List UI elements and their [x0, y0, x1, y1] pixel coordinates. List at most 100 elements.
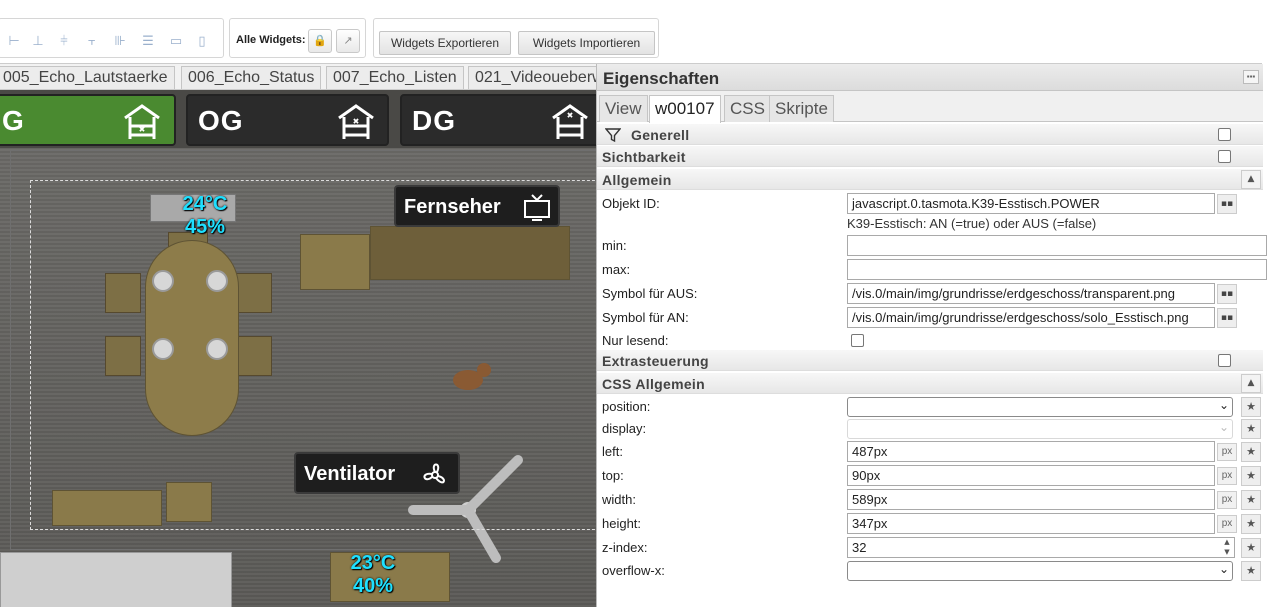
tab-css[interactable]: CSS [724, 95, 771, 122]
select-file-button[interactable]: ▪▪ [1217, 284, 1237, 304]
temperature-value: 24°C [182, 193, 228, 215]
field-label: display: [602, 421, 647, 436]
display-select[interactable]: ⌄ [847, 419, 1233, 439]
row-top: top: 90px px ★ [597, 464, 1263, 488]
panel-title: Eigenschaften [603, 69, 720, 88]
align-vcenter-icon[interactable]: ⫩ [55, 34, 73, 50]
align-left-icon[interactable]: ⊢ [5, 34, 23, 50]
svg-text:✖: ✖ [567, 111, 574, 120]
width-input[interactable]: 589px [847, 489, 1215, 510]
align-hcenter-icon[interactable]: ⫟ [83, 34, 101, 50]
section-checkbox[interactable] [1218, 354, 1231, 367]
chevron-down-icon: ⌄ [1218, 562, 1229, 576]
zindex-input[interactable]: 32 [847, 537, 1235, 558]
tab-widget[interactable]: w00107 [649, 95, 721, 123]
row-display: display: ⌄ ★ [597, 417, 1263, 441]
unit-toggle-button[interactable]: px [1217, 491, 1237, 509]
section-checkbox[interactable] [1218, 128, 1231, 141]
favorite-button[interactable]: ★ [1241, 442, 1261, 462]
max-input[interactable] [847, 259, 1267, 280]
tab-view[interactable]: 007_Echo_Listen [326, 66, 464, 89]
select-file-button[interactable]: ▪▪ [1217, 308, 1237, 328]
editor-canvas[interactable]: G ✖ OG ✖ DG ✖ 24°C 45% 23°C 40% Fernsehe… [0, 90, 596, 607]
symbol-off-input[interactable]: /vis.0/main/img/grundrisse/erdgeschoss/t… [847, 283, 1215, 304]
floor-nav-bar: G ✖ OG ✖ DG ✖ [0, 90, 596, 148]
all-widgets-label: Alle Widgets: [236, 34, 306, 46]
device-button-tv[interactable]: Fernseher [394, 185, 560, 227]
distribute-v-icon[interactable]: ☰ [139, 34, 157, 50]
left-input[interactable]: 487px [847, 441, 1215, 462]
overflow-x-select[interactable]: ⌄ [847, 561, 1233, 581]
floor-button-g[interactable]: G ✖ [0, 94, 176, 146]
unit-toggle-button[interactable]: px [1217, 515, 1237, 533]
collapse-button[interactable]: ▲ [1241, 170, 1261, 189]
section-checkbox[interactable] [1218, 150, 1231, 163]
import-widgets-button[interactable]: Widgets Importieren [518, 31, 655, 55]
select-object-button[interactable]: ▪▪ [1217, 194, 1237, 214]
section-allgemein[interactable]: Allgemein ▲ [597, 169, 1263, 190]
section-title: Sichtbarkeit [602, 149, 686, 165]
external-link-icon: ↗ [343, 34, 353, 47]
floor-button-dg[interactable]: DG ✖ [400, 94, 596, 146]
lock-button[interactable]: 🔒 [308, 29, 332, 53]
panel-menu-button[interactable]: ▪▪▪ [1243, 70, 1259, 84]
import-export-group: Widgets Exportieren Widgets Importieren [373, 18, 659, 58]
collapse-button[interactable]: ▲ [1241, 374, 1261, 393]
row-max: max: [597, 258, 1267, 282]
align-tools-group: ⊢ ⊥ ⫩ ⫟ ⊪ ☰ ▭ ▯ [0, 18, 224, 58]
same-width-icon[interactable]: ▭ [167, 34, 185, 50]
chevron-down-icon: ⌄ [1218, 398, 1229, 412]
tab-view[interactable]: 021_Videoueberwachung [468, 66, 596, 89]
floor-button-og[interactable]: OG ✖ [186, 94, 389, 146]
device-button-fan[interactable]: Ventilator [294, 452, 460, 494]
row-left: left: 487px px ★ [597, 440, 1263, 464]
popout-button[interactable]: ↗ [336, 29, 360, 53]
align-bottom-icon[interactable]: ⊥ [29, 34, 47, 50]
unit-toggle-button[interactable]: px [1217, 443, 1237, 461]
top-input[interactable]: 90px [847, 465, 1215, 486]
floor-label: OG [198, 105, 244, 136]
field-label: Symbol für AN: [602, 310, 689, 325]
favorite-button[interactable]: ★ [1241, 466, 1261, 486]
section-css-allgemein[interactable]: CSS Allgemein ▲ [597, 373, 1263, 394]
symbol-on-input[interactable]: /vis.0/main/img/grundrisse/erdgeschoss/s… [847, 307, 1215, 328]
favorite-button[interactable]: ★ [1241, 419, 1261, 439]
spinner-icon[interactable]: ▲ ▼ [1221, 537, 1233, 558]
favorite-button[interactable]: ★ [1241, 561, 1261, 581]
humidity-value: 40% [352, 575, 394, 597]
house-icon: ✖ [552, 104, 588, 139]
field-label: height: [602, 516, 642, 531]
min-input[interactable] [847, 235, 1267, 256]
tab-scripts[interactable]: Skripte [769, 95, 834, 122]
field-label: overflow-x: [602, 563, 665, 578]
position-select[interactable]: ⌄ [847, 397, 1233, 417]
object-hint: K39-Esstisch: AN (=true) oder AUS (=fals… [847, 216, 1097, 231]
favorite-button[interactable]: ★ [1241, 490, 1261, 510]
tab-view[interactable]: 005_Echo_Lautstaerke [0, 66, 175, 89]
row-overflow-x: overflow-x: ⌄ ★ [597, 559, 1263, 583]
floor-label: DG [412, 105, 456, 136]
field-label: left: [602, 444, 623, 459]
properties-header: Eigenschaften ▪▪▪ [597, 64, 1263, 91]
tab-view[interactable]: 006_Echo_Status [181, 66, 322, 89]
section-generell[interactable]: Generell [597, 124, 1263, 145]
object-id-input[interactable]: javascript.0.tasmota.K39-Esstisch.POWER [847, 193, 1215, 214]
favorite-button[interactable]: ★ [1241, 514, 1261, 534]
section-title: Generell [631, 127, 690, 143]
section-extrasteuerung[interactable]: Extrasteuerung [597, 350, 1263, 371]
field-label: min: [602, 238, 627, 253]
distribute-h-icon[interactable]: ⊪ [111, 34, 129, 50]
favorite-button[interactable]: ★ [1241, 538, 1261, 558]
row-symbol-on: Symbol für AN: /vis.0/main/img/grundriss… [597, 306, 1263, 330]
row-min: min: [597, 234, 1267, 258]
export-widgets-button[interactable]: Widgets Exportieren [379, 31, 511, 55]
readonly-checkbox[interactable] [851, 334, 864, 347]
favorite-button[interactable]: ★ [1241, 397, 1261, 417]
same-height-icon[interactable]: ▯ [193, 34, 211, 50]
height-input[interactable]: 347px [847, 513, 1215, 534]
temperature-display: 24°C 45% [170, 193, 240, 239]
row-zindex: z-index: 32 ▲ ▼ ★ [597, 536, 1263, 560]
section-sichtbarkeit[interactable]: Sichtbarkeit [597, 146, 1263, 167]
tab-view[interactable]: View [599, 95, 648, 122]
unit-toggle-button[interactable]: px [1217, 467, 1237, 485]
